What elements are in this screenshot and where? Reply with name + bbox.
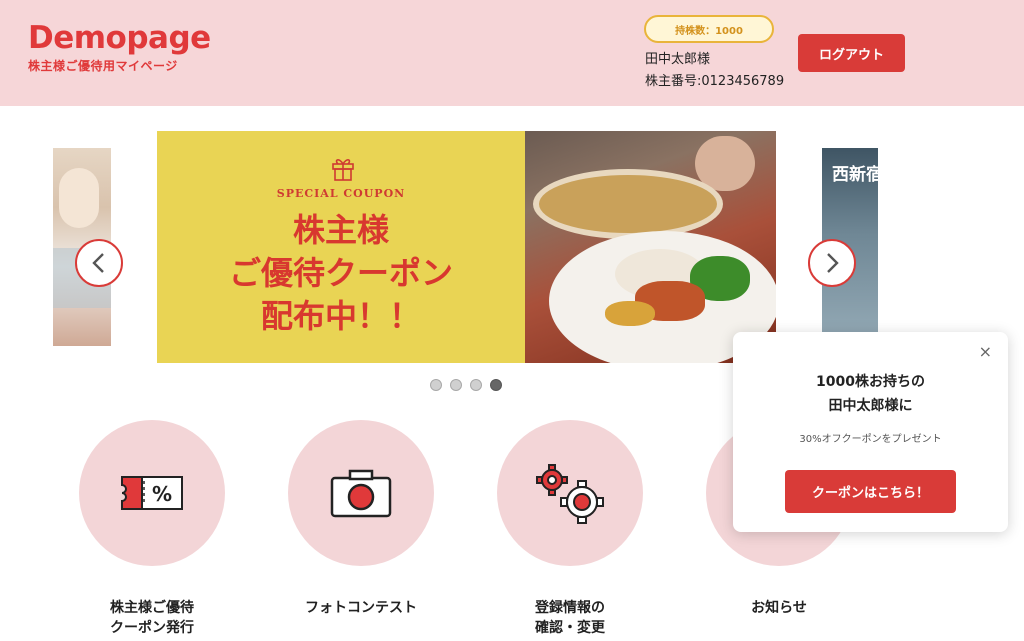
popup-subtitle: 30%オフクーポンをプレゼント — [799, 434, 942, 445]
shareholder-number: 株主番号:0123456789 — [645, 74, 785, 89]
menu-item-label: お知らせ — [751, 600, 807, 616]
coupon-banner: SPECIAL COUPON 株主様 ご優待クーポン 配布中！！ — [157, 131, 525, 363]
logout-button[interactable]: ログアウト — [798, 34, 905, 72]
carousel-next-button[interactable] — [808, 239, 856, 287]
photo-shape — [605, 301, 655, 326]
banner-heading: 株主様 ご優待クーポン 配布中！！ — [157, 209, 525, 338]
user-name: 田中太郎様 — [645, 52, 711, 67]
menu-item-registration[interactable]: 登録情報の 確認・変更 — [495, 420, 645, 638]
peek-photo-shape — [59, 168, 99, 228]
banner-heading-line: 株主様 — [292, 211, 389, 249]
popup-title: 1000株お持ちの 田中太郎様に — [816, 374, 925, 414]
banner-heading-line: ご優待クーポン — [228, 254, 453, 292]
carousel-dot[interactable] — [450, 379, 462, 391]
menu-item-label: フォトコンテスト — [305, 600, 417, 616]
ticket-icon: % — [121, 476, 183, 510]
coupon-popup: × 1000株お持ちの 田中太郎様に 30%オフクーポンをプレゼント クーポンは… — [733, 332, 1008, 532]
peek-slide-title: 西新宿 — [832, 165, 878, 185]
menu-item-label: 登録情報の 確認・変更 — [535, 600, 605, 636]
carousel-dot[interactable] — [470, 379, 482, 391]
shares-badge: 持株数：1000 — [644, 15, 774, 43]
chevron-left-icon — [92, 253, 104, 273]
gears-icon — [536, 464, 604, 524]
menu-circle — [497, 420, 643, 566]
menu-circle — [288, 420, 434, 566]
carousel-dots — [430, 379, 502, 391]
coupon-cta-button[interactable]: クーポンはこちら！ — [785, 470, 956, 513]
food-photo — [525, 131, 776, 363]
camera-icon — [330, 469, 392, 518]
logo-subtitle: 株主様ご優待用マイページ — [28, 59, 178, 73]
menu-circle: % — [79, 420, 225, 566]
banner-eyebrow: SPECIAL COUPON — [276, 187, 406, 200]
chevron-right-icon — [827, 253, 839, 273]
carousel-main-slide[interactable]: SPECIAL COUPON 株主様 ご優待クーポン 配布中！！ — [157, 131, 776, 363]
menu-item-photo-contest[interactable]: フォトコンテスト — [286, 420, 436, 618]
logo[interactable]: Demopage 株主様ご優待用マイページ — [28, 20, 211, 74]
carousel-dot[interactable] — [430, 379, 442, 391]
carousel-prev-button[interactable] — [75, 239, 123, 287]
gift-icon — [332, 159, 354, 181]
logo-text: Demopage — [28, 20, 211, 56]
photo-shape — [533, 169, 723, 239]
menu-item-label: 株主様ご優待 クーポン発行 — [110, 600, 194, 636]
menu-item-coupon[interactable]: % 株主様ご優待 クーポン発行 — [77, 420, 227, 638]
svg-text:%: % — [152, 482, 172, 506]
carousel-dot-active[interactable] — [490, 379, 502, 391]
banner-heading-line: 配布中！！ — [260, 297, 421, 335]
close-icon[interactable]: × — [979, 342, 992, 361]
header: Demopage 株主様ご優待用マイページ 持株数：1000 田中太郎様 株主番… — [0, 0, 1024, 106]
